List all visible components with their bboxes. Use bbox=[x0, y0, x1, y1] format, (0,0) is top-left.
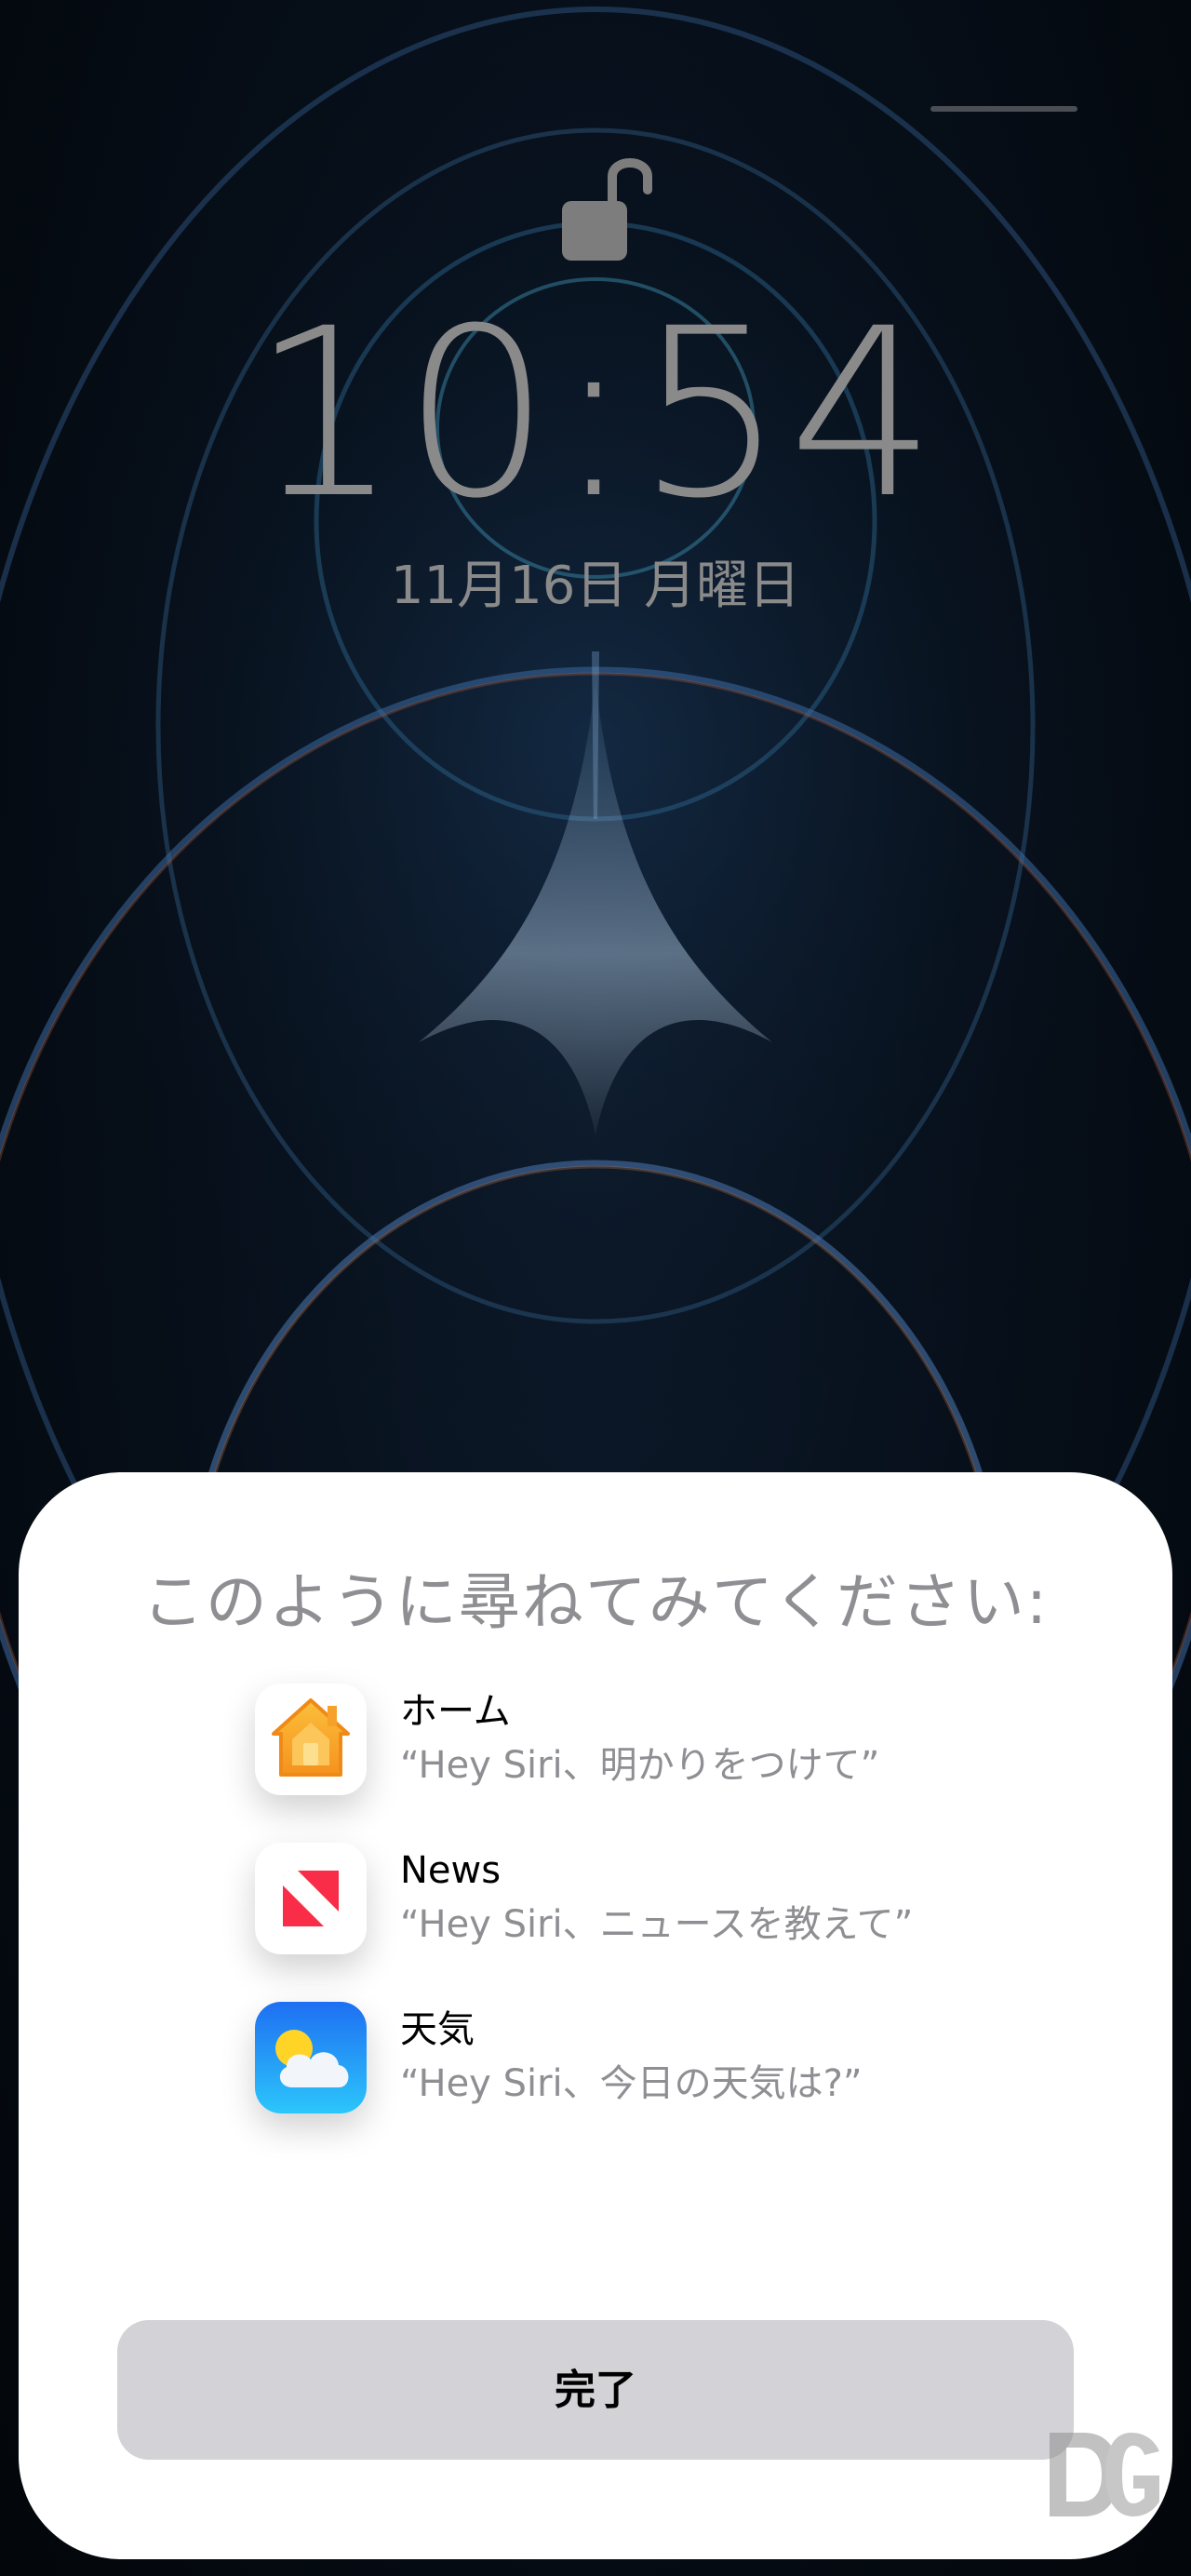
suggestion-app-name: ホーム bbox=[400, 1690, 511, 1733]
home-app-icon bbox=[255, 1684, 367, 1795]
news-app-icon bbox=[255, 1843, 367, 1954]
suggestion-phrase: “Hey Siri、明かりをつけて” bbox=[400, 1744, 880, 1787]
done-button[interactable]: 完了 bbox=[117, 2320, 1074, 2460]
lock-screen-date: 11月16日 月曜日 bbox=[390, 556, 801, 616]
siri-suggestions-sheet: このように尋ねてみてください: ホーム “Hey Siri、明かりをつけて” N… bbox=[19, 1472, 1172, 2559]
lock-screen-time: 10:54 bbox=[250, 278, 941, 549]
lock-open-icon bbox=[562, 158, 652, 261]
suggestion-phrase: “Hey Siri、ニュースを教えて” bbox=[400, 1903, 914, 1946]
lock-screen: 10:54 11月16日 月曜日 このように尋ねてみてください: ホーム “He… bbox=[0, 0, 1191, 2576]
status-bar-indicator bbox=[930, 106, 1077, 112]
sheet-title: このように尋ねてみてください: bbox=[141, 1566, 1050, 1638]
dg-logo bbox=[1050, 2433, 1159, 2516]
suggestion-phrase: “Hey Siri、今日の天気は?” bbox=[400, 2062, 863, 2105]
suggestion-news: News “Hey Siri、ニュースを教えて” bbox=[255, 1843, 999, 1958]
weather-app-icon bbox=[255, 2002, 367, 2113]
suggestion-weather: 天気 “Hey Siri、今日の天気は?” bbox=[255, 2002, 999, 2117]
suggestion-app-name: 天気 bbox=[400, 2008, 475, 2051]
suggestion-app-name: News bbox=[400, 1849, 502, 1892]
suggestion-home: ホーム “Hey Siri、明かりをつけて” bbox=[255, 1684, 999, 1799]
